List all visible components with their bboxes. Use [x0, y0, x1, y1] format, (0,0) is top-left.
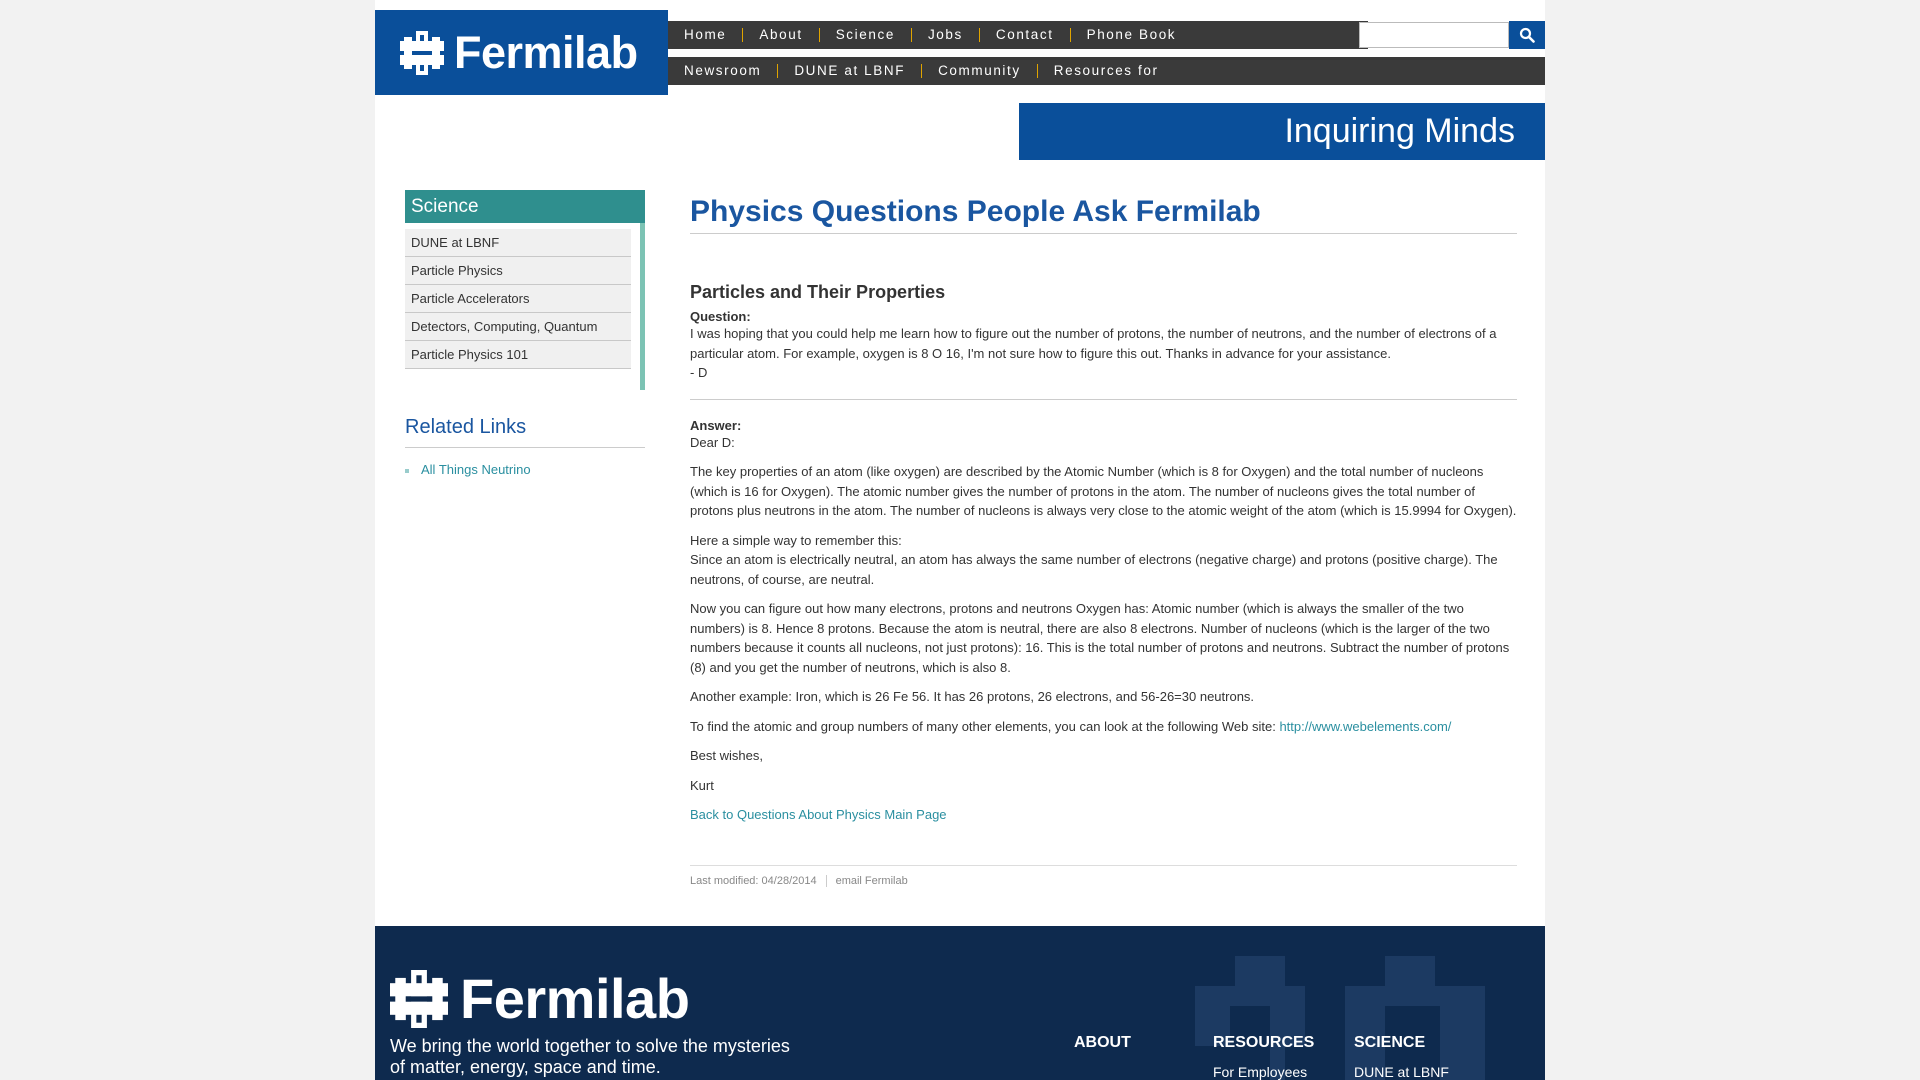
- webelements-link[interactable]: http://www.webelements.com/: [1279, 719, 1451, 734]
- nav-about[interactable]: About: [742, 28, 818, 42]
- divider: [690, 398, 1517, 400]
- related-link-neutrino[interactable]: All Things Neutrino: [405, 462, 531, 477]
- footer-col-science: SCIENCE DUNE at LBNF: [1354, 1034, 1449, 1080]
- answer-paragraph-2b: Since an atom is electrically neutral, a…: [690, 552, 1498, 587]
- sidebar-item-particle-accelerators[interactable]: Particle Accelerators: [405, 285, 631, 313]
- primary-nav: Home About Science Jobs Contact Phone Bo…: [668, 21, 1368, 49]
- closing: Best wishes,: [690, 748, 763, 763]
- answer-greeting: Dear D:: [690, 434, 735, 450]
- nav-home[interactable]: Home: [668, 28, 742, 42]
- section-banner: Inquiring Minds: [1019, 103, 1545, 160]
- main-content: Physics Questions People Ask Fermilab Pa…: [690, 195, 1517, 887]
- question-text: I was hoping that you could help me lear…: [690, 326, 1497, 361]
- nav-jobs[interactable]: Jobs: [910, 28, 979, 42]
- section-title: Particles and Their Properties: [690, 282, 946, 302]
- page: Fermilab Home About Science Jobs Contact…: [375, 0, 1545, 1080]
- page-title: Physics Questions People Ask Fermilab: [690, 195, 1517, 234]
- question-label: Question:: [690, 309, 751, 324]
- bullet-icon: [405, 468, 409, 473]
- page-meta: Last modified: 04/28/2014 email Fermilab: [690, 864, 1517, 887]
- nav-dune-lbnf[interactable]: DUNE at LBNF: [777, 64, 921, 78]
- back-to-questions-link[interactable]: Back to Questions About Physics Main Pag…: [690, 807, 947, 822]
- fermilab-logo-icon: [390, 969, 448, 1028]
- sidebar: Science DUNE at LBNF Particle Physics Pa…: [405, 190, 645, 390]
- sidebar-item-particle-physics-101[interactable]: Particle Physics 101: [405, 341, 631, 369]
- nav-resources-for[interactable]: Resources for: [1036, 64, 1175, 78]
- nav-community[interactable]: Community: [921, 64, 1037, 78]
- sidebar-item-detectors[interactable]: Detectors, Computing, Quantum: [405, 313, 631, 341]
- footer-about-heading[interactable]: ABOUT: [1074, 1034, 1131, 1052]
- question-signature: - D: [690, 365, 708, 380]
- site-footer: Fermilab We bring the world together to …: [375, 926, 1545, 1080]
- answer-paragraph-2a: Here a simple way to remember this:: [690, 532, 902, 548]
- signature: Kurt: [690, 777, 714, 793]
- sidebar-heading[interactable]: Science: [405, 190, 645, 223]
- footer-col-about: ABOUT: [1074, 1034, 1131, 1052]
- footer-science-heading[interactable]: SCIENCE: [1354, 1034, 1449, 1052]
- nav-science[interactable]: Science: [818, 28, 911, 42]
- answer-label: Answer:: [690, 417, 742, 433]
- answer-paragraph-5-text: To find the atomic and group numbers of …: [690, 718, 1276, 734]
- answer-paragraph-5: To find the atomic and group numbers of …: [690, 717, 1517, 737]
- footer-logo-text: Fermilab: [460, 967, 690, 1030]
- back-link-para: Back to Questions About Physics Main Pag…: [690, 805, 1517, 825]
- footer-logo[interactable]: Fermilab: [390, 966, 690, 1031]
- nav-contact[interactable]: Contact: [978, 28, 1070, 42]
- footer-link-dune[interactable]: DUNE at LBNF: [1354, 1064, 1449, 1080]
- search-button[interactable]: [1509, 21, 1545, 49]
- sidebar-item-dune[interactable]: DUNE at LBNF: [405, 229, 631, 257]
- sidebar-menu: DUNE at LBNF Particle Physics Particle A…: [405, 223, 645, 390]
- footer-tagline: We bring the world together to solve the…: [390, 1036, 790, 1077]
- header-logo[interactable]: Fermilab: [375, 10, 668, 95]
- answer-paragraph-3: Now you can figure out how many electron…: [690, 601, 1510, 675]
- secondary-nav: Newsroom DUNE at LBNF Community Resource…: [668, 57, 1545, 85]
- sidebar-item-particle-physics[interactable]: Particle Physics: [405, 257, 631, 285]
- last-modified: Last modified: 04/28/2014: [690, 874, 817, 887]
- nav-newsroom[interactable]: Newsroom: [668, 64, 777, 78]
- email-fermilab-link[interactable]: email Fermilab: [825, 874, 917, 887]
- logo-text: Fermilab: [454, 26, 638, 78]
- related-link-label: All Things Neutrino: [421, 462, 531, 477]
- related-links-title: Related Links: [405, 416, 645, 448]
- fermilab-logo-icon: [400, 30, 444, 75]
- search-input[interactable]: [1359, 22, 1509, 48]
- answer-paragraph-4: Another example: Iron, which is 26 Fe 56…: [690, 689, 1255, 704]
- footer-col-resources: RESOURCES For Employees: [1213, 1034, 1314, 1080]
- footer-link-for-employees[interactable]: For Employees: [1213, 1064, 1314, 1080]
- search-icon: [1519, 27, 1535, 43]
- footer-resources-heading[interactable]: RESOURCES: [1213, 1034, 1314, 1052]
- answer-paragraph-1: The key properties of an atom (like oxyg…: [690, 464, 1517, 518]
- nav-phone-book[interactable]: Phone Book: [1069, 28, 1193, 42]
